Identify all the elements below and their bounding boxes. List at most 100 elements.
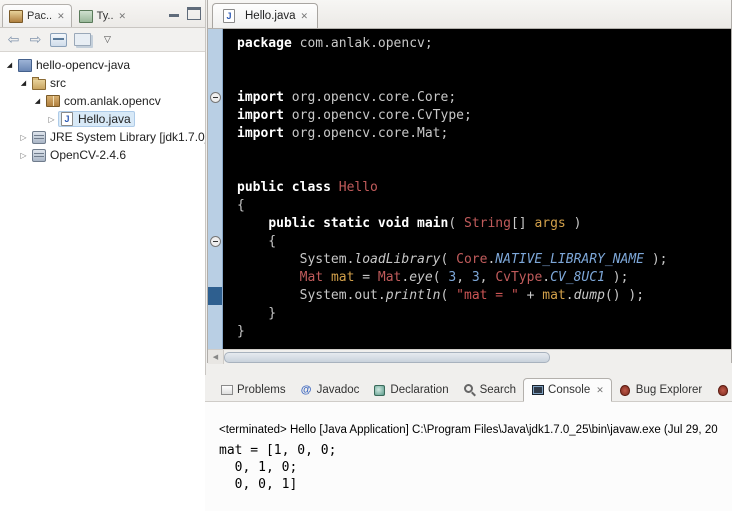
view-tab-pac[interactable]: Pac.. ✕ (2, 4, 72, 27)
bug-icon (619, 384, 632, 396)
fold-collapse-icon[interactable] (210, 92, 221, 103)
close-icon[interactable]: ✕ (301, 11, 309, 22)
scrollbar-thumb[interactable] (224, 352, 550, 363)
package-explorer-toolbar: ⇦ ⇨ ▽ (0, 28, 205, 52)
console-icon (531, 384, 544, 396)
bottom-tab-strip: Problems @JavadocDeclaration Search Console… (205, 375, 732, 402)
java-file-icon: J (223, 9, 235, 23)
tree-item-selection: hello-opencv-java (16, 57, 134, 73)
editor-gutter[interactable] (208, 29, 223, 349)
tree-item-hello-java[interactable]: ▷J Hello.java (0, 110, 205, 128)
maximize-icon[interactable] (187, 7, 201, 20)
tree-item-selection: JRE System Library [jdk1.7.0_25] (30, 129, 206, 145)
code-line[interactable]: package com.anlak.opencv; (237, 35, 731, 53)
fold-collapse-icon[interactable] (210, 236, 221, 247)
code-line[interactable]: public class Hello (237, 179, 731, 197)
link-with-editor-icon[interactable] (74, 33, 91, 46)
tree-item-label: hello-opencv-java (36, 58, 130, 72)
tree-item-selection: src (30, 75, 70, 91)
tree-item-label: Hello.java (78, 112, 131, 126)
tree-item-hello-opencv-java[interactable]: ◢ hello-opencv-java (0, 56, 205, 74)
tree-item-src[interactable]: ◢src (0, 74, 205, 92)
console-panel: Problems @JavadocDeclaration Search Console… (205, 375, 732, 511)
tab-bug[interactable]: Bug (709, 379, 732, 401)
scroll-left-icon[interactable]: ◀ (208, 350, 224, 364)
code-line[interactable]: } (237, 323, 731, 341)
collapse-arrow-icon[interactable]: ◢ (3, 61, 16, 69)
tab-javadoc[interactable]: @Javadoc (293, 379, 367, 401)
collapse-all-icon[interactable] (50, 33, 67, 47)
library-icon (32, 131, 46, 144)
minimize-icon[interactable] (168, 7, 180, 18)
back-icon[interactable]: ⇦ (6, 32, 21, 48)
view-menu-icon[interactable]: ▽ (100, 32, 115, 48)
code-line[interactable]: import org.opencv.core.Mat; (237, 125, 731, 143)
view-tab-label: Ty.. (97, 10, 114, 22)
code-line[interactable]: import org.opencv.core.CvType; (237, 107, 731, 125)
forward-icon[interactable]: ⇨ (28, 32, 43, 48)
code-line[interactable]: { (237, 197, 731, 215)
expand-arrow-icon[interactable]: ▷ (17, 151, 30, 160)
expand-arrow-icon[interactable]: ▷ (45, 115, 58, 124)
panel-window-buttons (168, 7, 201, 20)
code-line[interactable] (237, 143, 731, 161)
javadoc-icon: @ (300, 384, 313, 396)
tree-item-label: JRE System Library [jdk1.7.0_25] (50, 130, 206, 144)
tree-item-selection: com.anlak.opencv (44, 93, 165, 109)
package-icon (46, 95, 60, 107)
search-icon (463, 384, 476, 396)
code-line[interactable]: public static void main( String[] args ) (237, 215, 731, 233)
console-output[interactable]: mat = [1, 0, 0; 0, 1, 0; 0, 0, 1] (219, 442, 732, 493)
tab-console[interactable]: Console ✕ (523, 378, 612, 402)
source-folder-icon (32, 79, 46, 90)
editor-tab-label: Hello.java (245, 10, 296, 22)
close-icon[interactable]: ✕ (596, 385, 604, 396)
code-line[interactable]: Mat mat = Mat.eye( 3, 3, CvType.CV_8UC1 … (237, 269, 731, 287)
view-tab-label: Pac.. (27, 10, 52, 22)
console-title: <terminated> Hello [Java Application] C:… (219, 424, 732, 436)
tab-bug-explorer[interactable]: Bug Explorer (612, 379, 709, 401)
tree-item-jre-system-library-jdk1-7-0-25[interactable]: ▷ JRE System Library [jdk1.7.0_25] (0, 128, 205, 146)
close-icon[interactable]: ✕ (57, 11, 65, 22)
editor-tab-hello-java[interactable]: J Hello.java ✕ (212, 3, 318, 28)
code-area: package com.anlak.opencv; import org.open… (223, 29, 731, 349)
tab-label: Console (548, 384, 590, 396)
code-line[interactable]: System.loadLibrary( Core.NATIVE_LIBRARY_… (237, 251, 731, 269)
view-tab-ty[interactable]: Ty.. ✕ (72, 4, 133, 27)
code-line[interactable] (237, 53, 731, 71)
tab-search[interactable]: Search (456, 379, 523, 401)
bug-icon (716, 384, 729, 396)
code-line[interactable] (237, 161, 731, 179)
editor-tab-strip: J Hello.java ✕ (208, 0, 731, 29)
tab-declaration[interactable]: Declaration (366, 379, 455, 401)
tree-item-opencv-2-4-6[interactable]: ▷ OpenCV-2.4.6 (0, 146, 205, 164)
tab-problems[interactable]: Problems (213, 379, 293, 401)
editor-area: J Hello.java ✕ package com.anlak.opencv;… (207, 0, 732, 363)
view-tab-header: Pac.. ✕ Ty.. ✕ (0, 0, 205, 28)
library-icon (32, 149, 46, 162)
tree-item-com-anlak-opencv[interactable]: ◢ com.anlak.opencv (0, 92, 205, 110)
code-editor[interactable]: package com.anlak.opencv; import org.open… (208, 29, 731, 349)
collapse-arrow-icon[interactable]: ◢ (17, 79, 30, 87)
project-icon (18, 59, 32, 72)
horizontal-scrollbar[interactable]: ◀ (208, 349, 731, 364)
collapse-arrow-icon[interactable]: ◢ (31, 97, 44, 105)
tab-label: Search (480, 384, 516, 396)
code-line[interactable]: { (237, 233, 731, 251)
tree-item-label: com.anlak.opencv (64, 94, 161, 108)
java-file-icon: J (61, 112, 73, 126)
code-line[interactable]: } (237, 305, 731, 323)
eclipse-window: Pac..✕Ty..✕ ⇦⇨▽ ◢hello-opencv-java◢src◢c… (0, 0, 732, 511)
project-tree: ◢hello-opencv-java◢src◢com.anlak.opencv▷… (0, 52, 205, 164)
problems-icon (220, 384, 233, 396)
package-explorer-icon (9, 10, 23, 23)
code-line[interactable]: System.out.println( "mat = " + mat.dump(… (237, 287, 731, 305)
tab-label: Problems (237, 384, 286, 396)
tree-item-label: OpenCV-2.4.6 (50, 148, 126, 162)
tree-item-selection: J Hello.java (58, 111, 135, 127)
expand-arrow-icon[interactable]: ▷ (17, 133, 30, 142)
code-line[interactable]: import org.opencv.core.Core; (237, 89, 731, 107)
package-explorer-panel: Pac..✕Ty..✕ ⇦⇨▽ ◢hello-opencv-java◢src◢c… (0, 0, 206, 511)
code-line[interactable] (237, 71, 731, 89)
close-icon[interactable]: ✕ (119, 11, 127, 22)
